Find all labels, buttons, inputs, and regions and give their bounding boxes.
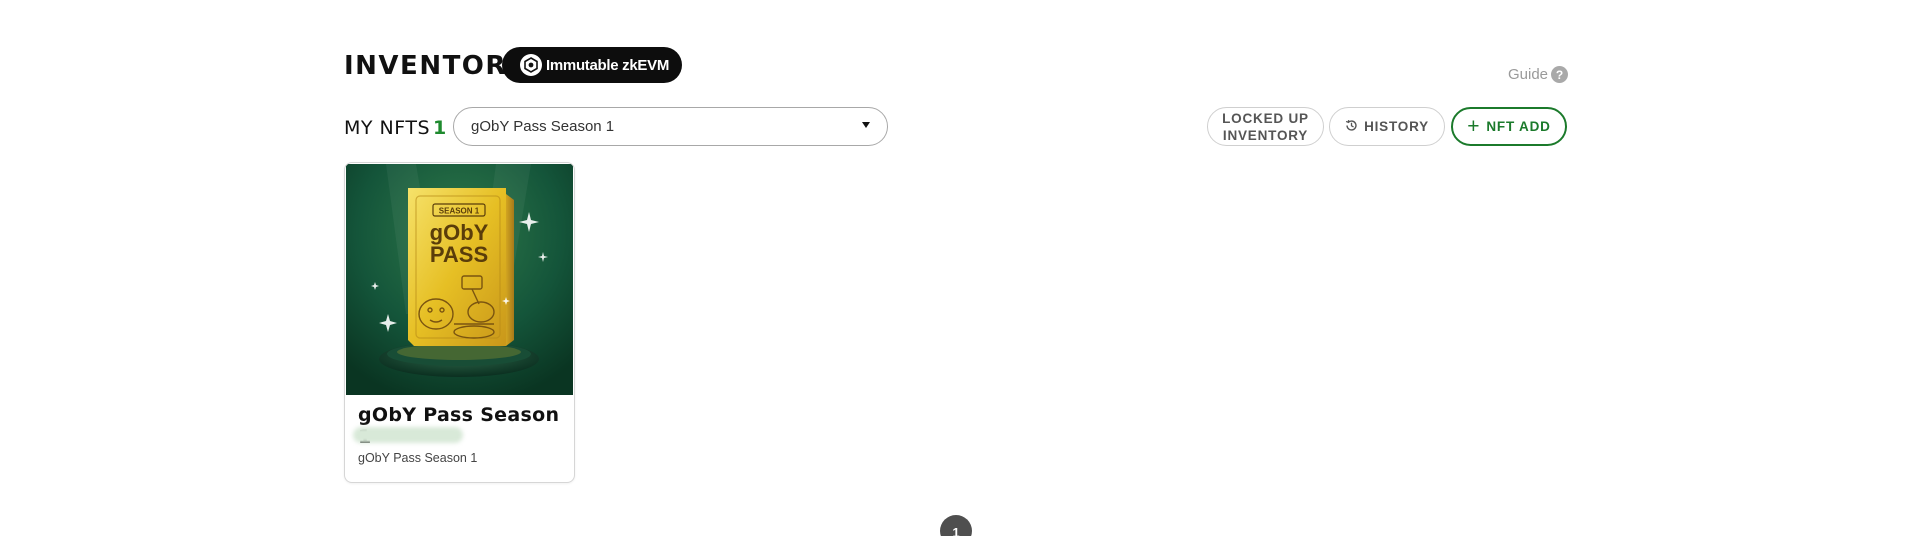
history-button[interactable]: HISTORY	[1329, 107, 1445, 146]
nft-card[interactable]: SEASON 1 gObY PASS gObY Pass Season 1 gO…	[344, 162, 575, 483]
dropdown-caret-icon	[862, 122, 870, 128]
collection-select[interactable]: gObY Pass Season 1	[453, 107, 888, 146]
nft-season-text: SEASON 1	[439, 207, 480, 216]
plus-icon: +	[1467, 115, 1481, 138]
guide-label: Guide	[1508, 66, 1549, 83]
page-title: INVENTORY	[344, 51, 526, 81]
collection-select-value: gObY Pass Season 1	[471, 118, 615, 135]
nft-card-blurred-detail	[353, 427, 463, 443]
nft-logo-line2: PASS	[430, 242, 488, 267]
history-label: HISTORY	[1364, 119, 1429, 134]
chain-label: Immutable zkEVM	[546, 56, 670, 74]
locked-label-line1: LOCKED UP	[1222, 110, 1309, 126]
my-nfts-heading: MY NFTS 1	[344, 116, 447, 140]
locked-label-line2: INVENTORY	[1222, 127, 1309, 143]
chain-badge[interactable]: Immutable zkEVM	[502, 47, 682, 83]
immutable-logo-icon	[520, 54, 542, 76]
nft-count: 1	[433, 117, 447, 139]
nft-card-collection: gObY Pass Season 1	[358, 451, 478, 465]
nft-add-button[interactable]: + NFT ADD	[1451, 107, 1567, 146]
nft-image: SEASON 1 gObY PASS	[346, 164, 573, 395]
my-nfts-label: MY NFTS	[344, 117, 431, 139]
question-icon: ?	[1551, 66, 1569, 83]
guide-link[interactable]: Guide ?	[1508, 66, 1569, 83]
locked-up-inventory-button[interactable]: LOCKED UP INVENTORY	[1207, 107, 1324, 146]
history-icon	[1345, 119, 1358, 135]
nft-add-label: NFT ADD	[1486, 119, 1551, 134]
pagination-page-button[interactable]: 1	[940, 515, 972, 536]
